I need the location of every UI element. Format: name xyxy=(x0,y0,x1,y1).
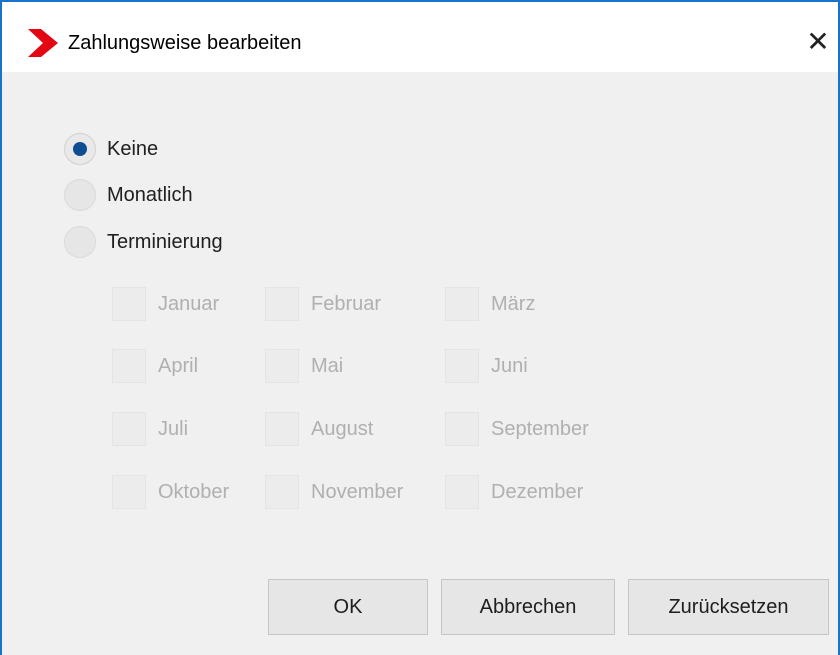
month-checkbox-november[interactable]: November xyxy=(265,473,403,511)
radio-button-monatlich[interactable] xyxy=(64,179,96,211)
month-label-juli: Juli xyxy=(158,417,189,440)
month-label-dezember: Dezember xyxy=(491,480,584,503)
radio-option-keine[interactable]: Keine xyxy=(64,132,158,166)
month-label-juni: Juni xyxy=(491,354,528,377)
checkbox-juni[interactable] xyxy=(445,349,479,383)
dialog-window: Zahlungsweise bearbeiten ✕ Keine Monatli… xyxy=(0,0,840,655)
month-label-januar: Januar xyxy=(158,292,220,315)
month-label-april: April xyxy=(158,354,199,377)
checkbox-mai[interactable] xyxy=(265,349,299,383)
month-checkbox-februar[interactable]: Februar xyxy=(265,285,381,323)
month-label-maerz: März xyxy=(491,292,536,315)
app-logo-icon xyxy=(28,29,58,57)
checkbox-januar[interactable] xyxy=(112,287,146,321)
radio-label-keine: Keine xyxy=(107,137,159,160)
checkbox-juli[interactable] xyxy=(112,412,146,446)
close-button[interactable]: ✕ xyxy=(800,24,836,60)
month-label-februar: Februar xyxy=(311,292,382,315)
checkbox-august[interactable] xyxy=(265,412,299,446)
radio-option-monatlich[interactable]: Monatlich xyxy=(64,178,193,212)
month-label-september: September xyxy=(491,417,589,440)
radio-button-terminierung[interactable] xyxy=(64,226,96,258)
checkbox-februar[interactable] xyxy=(265,287,299,321)
month-checkbox-april[interactable]: April xyxy=(112,347,198,385)
month-label-august: August xyxy=(311,417,374,440)
checkbox-dezember[interactable] xyxy=(445,475,479,509)
month-checkbox-mai[interactable]: Mai xyxy=(265,347,343,385)
checkbox-oktober[interactable] xyxy=(112,475,146,509)
checkbox-november[interactable] xyxy=(265,475,299,509)
radio-option-terminierung[interactable]: Terminierung xyxy=(64,225,223,259)
month-checkbox-august[interactable]: August xyxy=(265,410,373,448)
close-icon: ✕ xyxy=(806,26,830,57)
month-label-mai: Mai xyxy=(311,354,344,377)
month-checkbox-dezember[interactable]: Dezember xyxy=(445,473,583,511)
checkbox-maerz[interactable] xyxy=(445,287,479,321)
radio-label-monatlich: Monatlich xyxy=(107,183,193,206)
title-bar: Zahlungsweise bearbeiten ✕ xyxy=(2,2,838,72)
month-label-november: November xyxy=(311,480,404,503)
ok-button[interactable]: OK xyxy=(268,579,428,635)
month-checkbox-juni[interactable]: Juni xyxy=(445,347,528,385)
month-checkbox-maerz[interactable]: März xyxy=(445,285,535,323)
radio-button-keine[interactable] xyxy=(64,133,96,165)
checkbox-april[interactable] xyxy=(112,349,146,383)
month-checkbox-juli[interactable]: Juli xyxy=(112,410,188,448)
month-checkbox-oktober[interactable]: Oktober xyxy=(112,473,229,511)
reset-button[interactable]: Zurücksetzen xyxy=(628,579,829,635)
month-checkbox-januar[interactable]: Januar xyxy=(112,285,219,323)
cancel-button[interactable]: Abbrechen xyxy=(441,579,615,635)
checkbox-september[interactable] xyxy=(445,412,479,446)
month-checkbox-september[interactable]: September xyxy=(445,410,589,448)
radio-label-terminierung: Terminierung xyxy=(107,230,223,253)
dialog-title: Zahlungsweise bearbeiten xyxy=(68,32,302,54)
month-label-oktober: Oktober xyxy=(158,480,230,503)
